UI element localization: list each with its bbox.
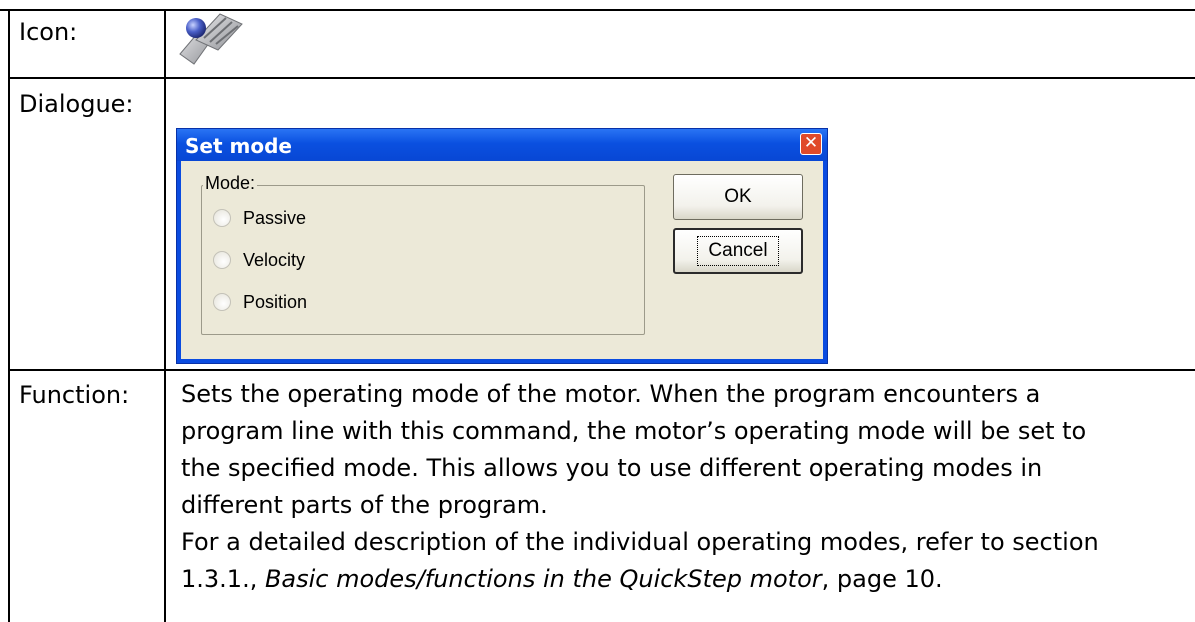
radio-passive[interactable]: Passive (213, 205, 306, 231)
section-title-reference: Basic modes/functions in the QuickStep m… (264, 565, 822, 593)
function-line-1: Sets the operating mode of the motor. Wh… (181, 380, 1041, 408)
radio-label: Position (243, 291, 308, 312)
cancel-button-label: Cancel (697, 236, 779, 266)
radio-button-icon[interactable] (213, 209, 231, 227)
dialog-client-area: Mode: Passive Velocity Position OK Cance… (181, 161, 823, 359)
radio-label: Velocity (243, 249, 306, 270)
section-reference: 1.3.1., (181, 565, 265, 593)
radio-position[interactable]: Position (213, 289, 307, 315)
radio-button-icon[interactable] (213, 251, 231, 269)
set-mode-icon (176, 10, 246, 70)
table-row-divider-1 (8, 77, 1195, 79)
radio-velocity[interactable]: Velocity (213, 247, 305, 273)
table-row-divider-2 (8, 369, 1195, 371)
table-border-left (8, 9, 10, 622)
radio-button-icon[interactable] (213, 293, 231, 311)
ok-button[interactable]: OK (673, 174, 803, 220)
page-reference: , page 10. (821, 565, 943, 593)
table-column-divider (164, 9, 166, 622)
close-button[interactable]: ✕ (800, 133, 822, 155)
function-line-4: different parts of the program. (181, 491, 548, 519)
ok-button-label: OK (724, 186, 752, 207)
cancel-button[interactable]: Cancel (673, 228, 803, 274)
dialogue-row-label: Dialogue: (19, 90, 134, 118)
radio-label: Passive (243, 207, 307, 228)
function-line-6: 1.3.1., Basic modes/functions in the Qui… (181, 561, 943, 598)
function-line-2: program line with this command, the moto… (181, 417, 1087, 445)
close-icon: ✕ (803, 133, 819, 153)
icon-row-label: Icon: (19, 18, 78, 46)
function-row-label: Function: (19, 381, 130, 409)
function-line-3: the specified mode. This allows you to u… (181, 454, 1043, 482)
function-line-5: For a detailed description of the indivi… (181, 528, 1099, 556)
mode-group-label: Mode: (203, 173, 258, 194)
set-mode-dialog: Set mode ✕ Mode: Passive Velocity Positi… (176, 128, 828, 364)
dialog-titlebar[interactable]: Set mode ✕ (177, 129, 827, 161)
dialog-title: Set mode (185, 134, 292, 158)
